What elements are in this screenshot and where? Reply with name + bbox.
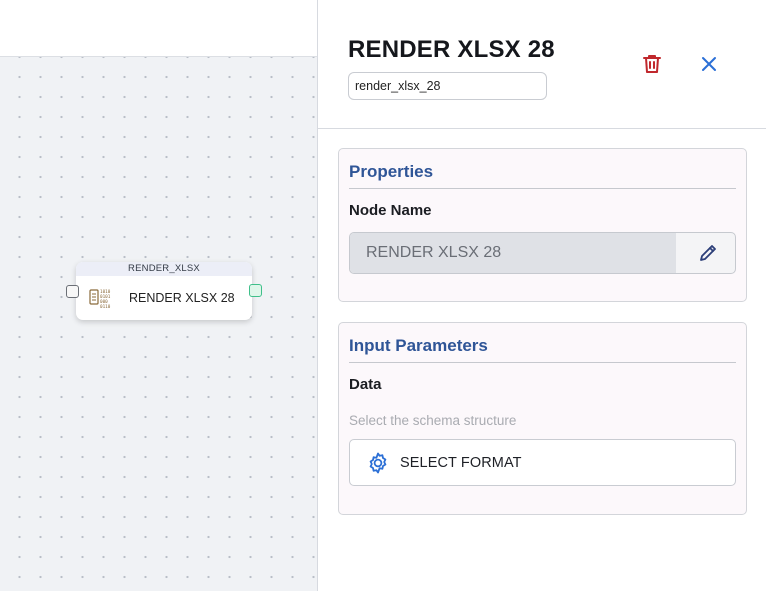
gear-icon — [369, 452, 387, 473]
panel-title: RENDER XLSX 28 — [348, 36, 555, 63]
canvas-toolbar-area — [0, 0, 317, 57]
node-label: RENDER XLSX 28 — [129, 291, 235, 305]
properties-section: Properties Node Name RENDER XLSX 28 — [338, 148, 747, 302]
node-output-port[interactable] — [249, 284, 262, 297]
close-icon[interactable] — [698, 53, 720, 75]
node-name-value: RENDER XLSX 28 — [350, 233, 676, 273]
schema-hint: Select the schema structure — [349, 413, 517, 428]
trash-icon[interactable] — [640, 52, 664, 76]
panel-header: RENDER XLSX 28 render_xlsx_28 — [318, 0, 766, 129]
select-format-button[interactable]: SELECT FORMAT — [349, 439, 736, 486]
app-root: RENDER_XLSX 1010 0101 000 0110 RENDER XL… — [0, 0, 766, 591]
node-name-field: RENDER XLSX 28 — [349, 232, 736, 274]
data-label: Data — [349, 376, 382, 393]
node-name-label: Node Name — [349, 202, 432, 219]
svg-text:0110: 0110 — [100, 304, 111, 308]
pencil-icon[interactable] — [697, 242, 719, 264]
binary-document-icon: 1010 0101 000 0110 — [89, 289, 111, 308]
workflow-node[interactable]: RENDER_XLSX 1010 0101 000 0110 RENDER XL… — [66, 262, 262, 320]
section-divider — [349, 188, 736, 189]
section-divider — [349, 362, 736, 363]
node-input-port[interactable] — [66, 285, 79, 298]
input-parameters-title: Input Parameters — [349, 336, 488, 355]
node-body: 1010 0101 000 0110 RENDER XLSX 28 — [76, 276, 252, 320]
workflow-canvas[interactable] — [0, 57, 317, 591]
node-id-field[interactable]: render_xlsx_28 — [348, 72, 547, 100]
input-parameters-section: Input Parameters Data Select the schema … — [338, 322, 747, 515]
properties-title: Properties — [349, 162, 434, 181]
node-type-label: RENDER_XLSX — [76, 262, 252, 276]
select-format-label: SELECT FORMAT — [400, 454, 522, 471]
